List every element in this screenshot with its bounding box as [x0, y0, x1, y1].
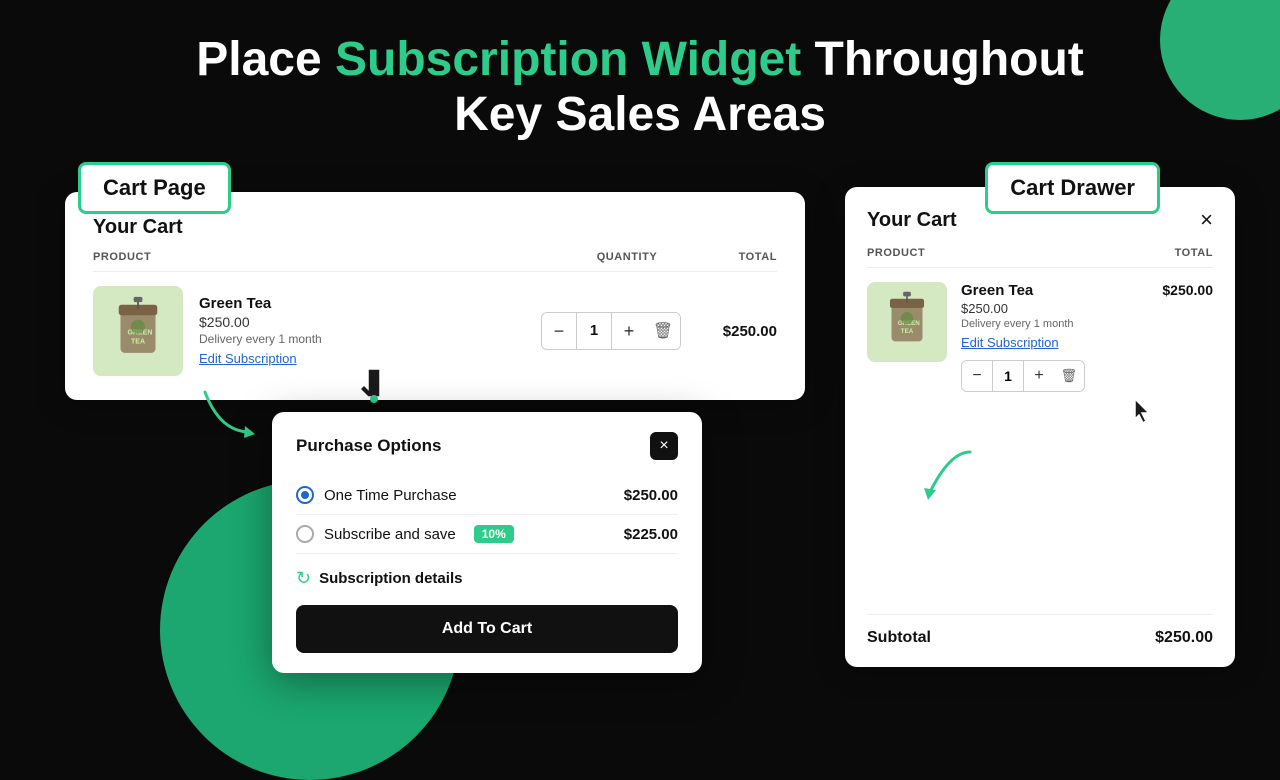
row-total: $250.00	[697, 323, 777, 340]
increase-qty-button[interactable]: +	[612, 313, 646, 349]
drawer-decrease-qty-button[interactable]: −	[962, 361, 992, 391]
add-to-cart-button[interactable]: Add To Cart	[296, 605, 678, 653]
option-price-one-time: $250.00	[624, 487, 678, 504]
drawer-product-row: GREEN TEA Green Tea $250.00 Delivery eve…	[867, 282, 1213, 392]
option-left-subscribe: Subscribe and save 10%	[296, 525, 514, 543]
purchase-options-title: Purchase Options	[296, 436, 441, 456]
product-delivery: Delivery every 1 month	[199, 332, 525, 346]
cart-table-header: PRODUCT QUANTITY TOTAL	[93, 251, 777, 272]
drawer-cursor	[1131, 397, 1155, 432]
drawer-quantity-value: 1	[992, 361, 1024, 391]
option-price-subscribe: $225.00	[624, 526, 678, 543]
cart-page-title: Your Cart	[93, 216, 777, 239]
hero-heading: Place Subscription Widget Throughout Key…	[40, 32, 1240, 142]
option-label-subscribe: Subscribe and save	[324, 526, 456, 543]
col-total-header: TOTAL	[697, 251, 777, 263]
cart-drawer-panel: Your Cart × PRODUCT TOTAL GREEN TEA	[845, 187, 1235, 667]
cart-page-label: Cart Page	[78, 162, 231, 214]
edit-subscription-link[interactable]: Edit Subscription	[199, 351, 297, 366]
drawer-title: Your Cart	[867, 209, 957, 232]
drawer-product-name: Green Tea	[961, 282, 1162, 299]
drawer-quantity-control: − 1 + 🗑	[961, 360, 1085, 392]
drawer-col-total: TOTAL	[1175, 247, 1213, 259]
refresh-icon: ↻	[296, 568, 311, 589]
drawer-close-button[interactable]: ×	[1200, 207, 1213, 233]
drawer-edit-subscription-link[interactable]: Edit Subscription	[961, 335, 1059, 350]
quantity-value: 1	[576, 313, 612, 349]
discount-badge: 10%	[474, 525, 514, 543]
purchase-options-panel: Purchase Options × One Time Purchase $25…	[272, 412, 702, 673]
decrease-qty-button[interactable]: −	[542, 313, 576, 349]
option-row-subscribe[interactable]: Subscribe and save 10% $225.00	[296, 515, 678, 554]
heading-line1: Place Subscription Widget Throughout	[196, 33, 1084, 86]
option-left-one-time: One Time Purchase	[296, 486, 457, 504]
cart-page-panel: Your Cart PRODUCT QUANTITY TOTAL GREEN T…	[65, 192, 805, 400]
cursor-hand	[360, 369, 388, 410]
svg-text:TEA: TEA	[901, 328, 914, 335]
arrow-decoration-right	[900, 432, 980, 517]
heading-line2: Key Sales Areas	[454, 88, 826, 141]
drawer-col-product: PRODUCT	[867, 247, 925, 259]
cart-product-row: GREEN TEA Green Tea $250.00 Delivery eve…	[93, 286, 777, 376]
arrow-decoration-left	[200, 382, 260, 447]
purchase-options-header: Purchase Options ×	[296, 432, 678, 460]
hero-heading-section: Place Subscription Widget Throughout Key…	[0, 0, 1280, 162]
product-image: GREEN TEA	[93, 286, 183, 376]
option-label-one-time: One Time Purchase	[324, 487, 457, 504]
purchase-options-close-button[interactable]: ×	[650, 432, 678, 460]
product-info: Green Tea $250.00 Delivery every 1 month…	[199, 295, 525, 368]
product-name: Green Tea	[199, 295, 525, 312]
drawer-product-image: GREEN TEA	[867, 282, 947, 362]
drawer-product-info: Green Tea $250.00 Delivery every 1 month…	[961, 282, 1162, 352]
subscription-details-row[interactable]: ↻ Subscription details	[296, 568, 678, 589]
radio-one-time[interactable]	[296, 486, 314, 504]
drawer-product-details: Green Tea $250.00 Delivery every 1 month…	[961, 282, 1213, 392]
drawer-remove-item-button[interactable]: 🗑	[1054, 361, 1084, 391]
col-quantity-header: QUANTITY	[557, 251, 697, 263]
cart-drawer-label: Cart Drawer	[985, 162, 1160, 214]
svg-text:TEA: TEA	[131, 339, 145, 346]
drawer-product-price: $250.00	[961, 301, 1162, 316]
drawer-subtotal-label: Subtotal	[867, 629, 931, 647]
content-area: Cart Page Your Cart PRODUCT QUANTITY TOT…	[0, 162, 1280, 702]
drawer-subtotal: Subtotal $250.00	[867, 614, 1213, 647]
subscription-details-text: Subscription details	[319, 570, 462, 587]
product-price: $250.00	[199, 314, 525, 330]
quantity-control: − 1 + 🗑	[541, 312, 681, 350]
col-product-header: PRODUCT	[93, 251, 557, 263]
remove-item-button[interactable]: 🗑	[646, 313, 680, 349]
radio-subscribe[interactable]	[296, 525, 314, 543]
drawer-product-delivery: Delivery every 1 month	[961, 318, 1162, 330]
drawer-subtotal-amount: $250.00	[1155, 629, 1213, 647]
drawer-row-total: $250.00	[1162, 282, 1213, 298]
drawer-increase-qty-button[interactable]: +	[1024, 361, 1054, 391]
option-row-one-time[interactable]: One Time Purchase $250.00	[296, 476, 678, 515]
drawer-table-header: PRODUCT TOTAL	[867, 247, 1213, 268]
